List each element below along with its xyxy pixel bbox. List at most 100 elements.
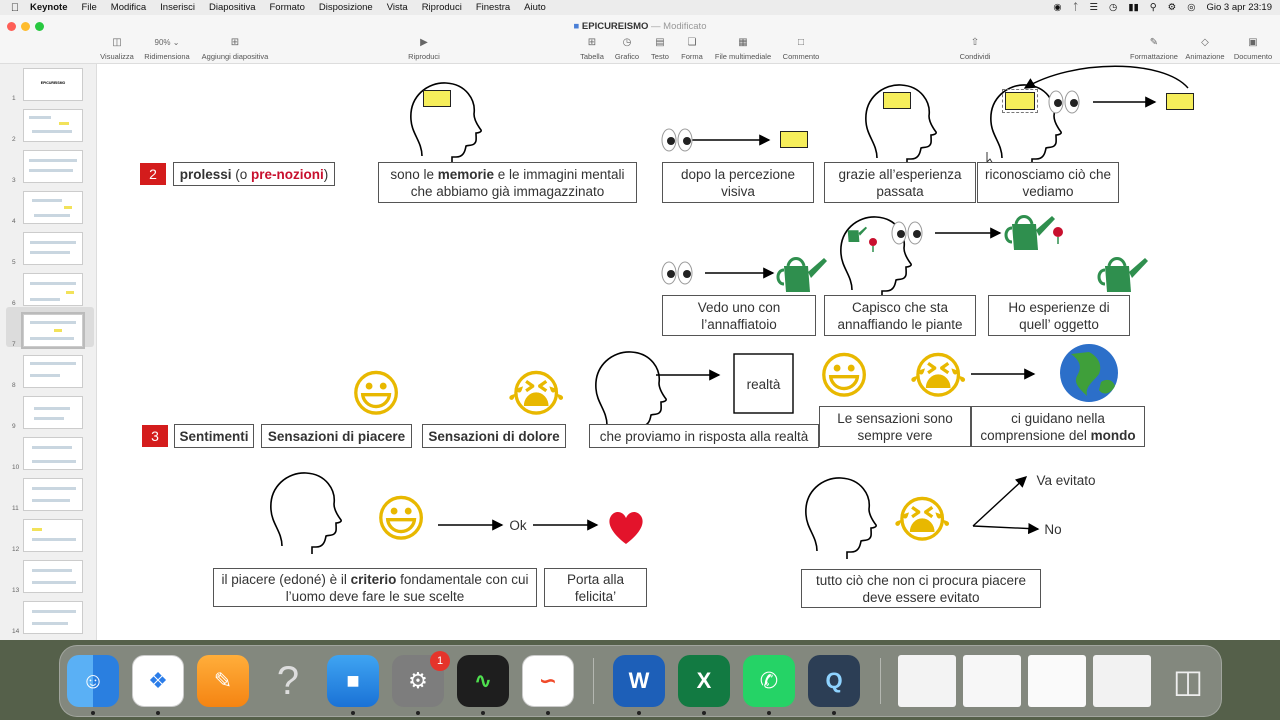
slide-thumbnail-8[interactable] [23, 355, 83, 388]
slide-thumbnail-13[interactable] [23, 560, 83, 593]
recent-window-thumbnail[interactable] [963, 655, 1021, 707]
dolore-box[interactable]: Sensazioni di dolore [422, 424, 566, 448]
watering-can-icon [1097, 257, 1148, 292]
settings-icon[interactable]: ⚙ 1 [392, 651, 450, 707]
menu-disposizione[interactable]: Disposizione [319, 2, 373, 13]
help-icon[interactable]: ? [262, 655, 314, 707]
recent-window-thumbnail[interactable] [1093, 655, 1151, 707]
prolessi-box[interactable]: prolessi (o pre-nozioni) [173, 162, 335, 186]
arrow [972, 476, 1028, 527]
keynote-icon[interactable]: ■ [327, 655, 379, 707]
freeform-icon[interactable]: ∽ [522, 655, 574, 707]
comment-button[interactable]: □ Commento [783, 36, 820, 61]
slide-number: 5 [12, 259, 16, 266]
spotlight-icon[interactable]: ⚲ [1150, 2, 1157, 13]
memory-rect-selected[interactable] [1002, 89, 1038, 113]
no-label[interactable]: No [1040, 519, 1066, 539]
siri-icon[interactable]: ◎ [1187, 2, 1195, 13]
excel-icon[interactable]: X [678, 655, 730, 707]
zoom-select[interactable]: 90% ⌄ Ridimensiona [144, 36, 189, 61]
slide-thumbnail-10[interactable] [23, 437, 83, 470]
slide-thumbnail-2[interactable] [23, 109, 83, 142]
section-number-3: 3 [142, 425, 168, 447]
memory-rect[interactable] [423, 90, 451, 107]
animation-button[interactable]: ◇ Animazione [1185, 36, 1224, 61]
finder-icon[interactable]: ☺ [67, 655, 119, 707]
menu-modifica[interactable]: Modifica [111, 2, 146, 13]
slide-thumbnail-6[interactable] [23, 273, 83, 306]
evitato-box[interactable]: tutto ciò che non ci procura piacere dev… [801, 569, 1041, 608]
ho-box[interactable]: Ho esperienze di quell’ oggetto [988, 295, 1130, 336]
wifi-icon[interactable]: ☰ [1089, 2, 1098, 13]
menu-formato[interactable]: Formato [269, 2, 304, 13]
memory-rect[interactable] [1166, 93, 1194, 110]
play-button[interactable]: ▶ Riproduci [408, 36, 440, 61]
ok-label[interactable]: Ok [503, 515, 533, 535]
add-slide-button[interactable]: ⊞ Aggiungi diapositiva [202, 36, 269, 61]
menu-bar:  Keynote File Modifica Inserisci Diapos… [0, 0, 1280, 15]
sentimenti-box[interactable]: Sentimenti [174, 424, 254, 448]
proviamo-box[interactable]: che proviamo in risposta alla realtà [589, 424, 819, 448]
menu-file[interactable]: File [81, 2, 96, 13]
menu-inserisci[interactable]: Inserisci [160, 2, 195, 13]
memory-rect[interactable] [780, 131, 808, 148]
recent-window-thumbnail[interactable] [1028, 655, 1086, 707]
menu-diapositiva[interactable]: Diapositiva [209, 2, 255, 13]
realta-label[interactable]: realtà [735, 374, 792, 394]
shape-button[interactable]: ❏ Forma [681, 36, 703, 61]
media-button[interactable]: ▦ File multimediale [715, 36, 771, 61]
slide-thumbnail-7[interactable] [23, 314, 83, 347]
clock[interactable]: Gio 3 apr 23:19 [1207, 2, 1273, 13]
memory-rect[interactable] [883, 92, 911, 109]
menu-vista[interactable]: Vista [387, 2, 408, 13]
slide-thumbnail-5[interactable] [23, 232, 83, 265]
quicktime-icon[interactable]: Q [808, 655, 860, 707]
menu-app[interactable]: Keynote [30, 2, 67, 13]
memorie-box[interactable]: sono le memorie e le immagini mentali ch… [378, 162, 637, 203]
text-button[interactable]: ▤ Testo [651, 36, 669, 61]
record-icon[interactable]: ◉ [1053, 2, 1061, 13]
slide-number: 14 [12, 628, 20, 635]
activity-monitor-icon[interactable]: ∿ [457, 655, 509, 707]
criterio-box[interactable]: il piacere (edoné) è il criterio fondame… [213, 568, 537, 607]
slide-canvas[interactable]: 2 prolessi (o pre-nozioni) sono le memor… [113, 64, 1233, 640]
vere-box[interactable]: Le sensazioni sono sempre vere [819, 406, 971, 447]
control-center-icon[interactable]: ⚙ [1168, 2, 1177, 13]
pages-icon[interactable]: ✎ [197, 655, 249, 707]
felicita-box[interactable]: Porta alla felicita’ [544, 568, 647, 607]
piacere-box[interactable]: Sensazioni di piacere [261, 424, 412, 448]
format-button[interactable]: ✎ Formattazione [1130, 36, 1178, 61]
slide-thumbnail-11[interactable] [23, 478, 83, 511]
safari-icon[interactable]: ❖ [132, 655, 184, 707]
slide-thumbnail-3[interactable] [23, 150, 83, 183]
battery-icon[interactable]: ▮▮ [1128, 2, 1138, 13]
va-evitato-label[interactable]: Va evitato [1029, 470, 1103, 490]
grazie-box[interactable]: grazie all’esperienza passata [824, 162, 976, 203]
riconosciamo-box[interactable]: riconosciamo ciò che vediamo [977, 162, 1119, 203]
slide-thumbnail-14[interactable] [23, 601, 83, 634]
vedo-box[interactable]: Vedo uno con l’annaffiatoio [662, 295, 816, 336]
share-button[interactable]: ⇧ Condividi [960, 36, 991, 61]
chart-button[interactable]: ◷ Grafico [615, 36, 639, 61]
menu-finestra[interactable]: Finestra [476, 2, 510, 13]
slide-thumbnail-9[interactable] [23, 396, 83, 429]
dopo-box[interactable]: dopo la percezione visiva [662, 162, 814, 203]
table-button[interactable]: ⊞ Tabella [580, 36, 604, 61]
apple-menu-icon[interactable]:  [0, 2, 30, 14]
whatsapp-icon[interactable]: ✆ [743, 655, 795, 707]
word-icon[interactable]: W [613, 655, 665, 707]
trash-icon[interactable]: ◫ [1162, 655, 1214, 707]
guidano-box[interactable]: ci guidano nella comprensione del mondo [971, 406, 1145, 447]
bluetooth-icon[interactable]: ᛏ [1073, 2, 1079, 13]
visualizza-button[interactable]: ◫ Visualizza [100, 36, 134, 61]
capisco-box[interactable]: Capisco che sta annaffiando le piante [824, 295, 976, 336]
slide-thumbnail-1[interactable]: EPICUREISMO [23, 68, 83, 101]
slide-thumbnail-4[interactable] [23, 191, 83, 224]
menu-riproduci[interactable]: Riproduci [422, 2, 462, 13]
document-button[interactable]: ▣ Documento [1234, 36, 1272, 61]
slide-navigator[interactable]: EPICUREISMO 1 2 3 4 5 6 7 8 9 10 11 12 1… [0, 64, 97, 640]
recent-window-thumbnail[interactable] [898, 655, 956, 707]
slide-thumbnail-12[interactable] [23, 519, 83, 552]
menu-aiuto[interactable]: Aiuto [524, 2, 546, 13]
time-machine-icon[interactable]: ◷ [1109, 2, 1117, 13]
